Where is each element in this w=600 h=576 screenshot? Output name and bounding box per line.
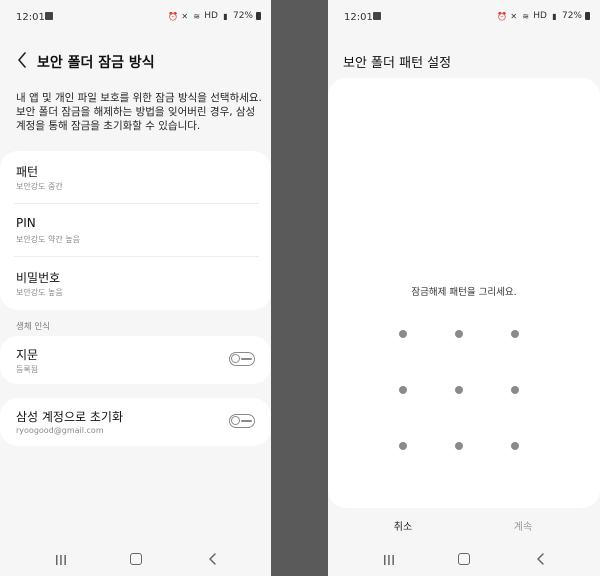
signal-icon: ▮ [223, 11, 228, 21]
option-pin[interactable]: PIN 보안강도 약간 높음 [0, 204, 271, 257]
gallery-icon [45, 12, 53, 20]
option-subtitle: 보안강도 높음 [16, 288, 63, 297]
mute-icon: ✕ [181, 11, 189, 21]
battery-percent: 72% [232, 11, 253, 21]
status-time: 12:01 [344, 12, 373, 23]
pattern-instruction: 잠금해제 패턴을 그리세요. [411, 287, 517, 298]
recent-apps-icon[interactable] [382, 554, 396, 566]
samsung-reset-title: 삼성 계정으로 초기화 [16, 410, 123, 424]
network-label: HD [204, 11, 218, 21]
wifi-icon: ≋ [522, 11, 530, 21]
samsung-reset-row[interactable]: 삼성 계정으로 초기화 ryoogood@gmail.com [0, 396, 271, 449]
right-screen: 12:01 ⏰ ✕ ≋ HD ▮ 72% 보안 폴더 패턴 설정 잠금해제 패턴… [328, 0, 600, 576]
page-title: 보안 폴더 잠금 방식 [37, 55, 155, 71]
pattern-card: 잠금해제 패턴을 그리세요. [328, 78, 600, 508]
left-screen: 12:01 ⏰ ✕ ≋ HD ▮ 72% 보안 폴더 잠금 방식 내 앱 및 개… [0, 0, 271, 576]
status-time: 12:01 [16, 12, 45, 23]
status-bar: 12:01 ⏰ ✕ ≋ HD ▮ 72% [0, 0, 271, 34]
samsung-reset-subtitle: ryoogood@gmail.com [16, 426, 104, 435]
battery-percent: 72% [561, 11, 582, 21]
nav-back-icon[interactable] [534, 552, 548, 566]
bottom-buttons: 취소 계속 [328, 518, 600, 538]
pattern-dot[interactable] [455, 386, 463, 394]
navigation-bar [328, 548, 600, 572]
network-label: HD [533, 11, 547, 21]
samsung-reset-card: 삼성 계정으로 초기화 ryoogood@gmail.com [0, 398, 271, 446]
cancel-button[interactable]: 취소 [353, 518, 453, 533]
option-title: 패턴 [16, 165, 39, 179]
nav-back-icon[interactable] [206, 552, 220, 566]
fingerprint-toggle[interactable] [229, 352, 255, 366]
pattern-dot[interactable] [511, 442, 519, 450]
toggle-track-line [241, 358, 252, 360]
intro-text: 내 앱 및 개인 파일 보호를 위한 잠금 방식을 선택하세요. 보안 폴더 잠… [16, 92, 262, 132]
page-title: 보안 폴더 패턴 설정 [343, 56, 452, 71]
option-subtitle: 보안강도 중간 [16, 182, 63, 191]
biometrics-section-label: 생체 인식 [16, 322, 50, 332]
pattern-dot[interactable] [455, 330, 463, 338]
screen-gap [271, 0, 328, 576]
option-pattern[interactable]: 패턴 보안강도 중간 [0, 151, 271, 204]
status-icons: ⏰ ✕ ≋ HD ▮ 72% [168, 11, 261, 21]
lock-type-card: 패턴 보안강도 중간 PIN 보안강도 약간 높음 비밀번호 보안강도 높음 [0, 151, 271, 310]
navigation-bar [0, 548, 271, 572]
home-icon[interactable] [458, 553, 470, 565]
recent-apps-icon[interactable] [54, 554, 68, 566]
gallery-icon [373, 12, 381, 20]
toggle-track-line [241, 420, 252, 422]
signal-icon: ▮ [552, 11, 557, 21]
option-title: 비밀번호 [16, 271, 61, 285]
status-icons: ⏰ ✕ ≋ HD ▮ 72% [497, 11, 590, 21]
wifi-icon: ≋ [193, 11, 201, 21]
pattern-dot[interactable] [511, 386, 519, 394]
fingerprint-title: 지문 [16, 348, 39, 362]
continue-button[interactable]: 계속 [473, 518, 573, 533]
battery-icon [585, 12, 590, 20]
fingerprint-subtitle: 등록됨 [16, 365, 39, 374]
home-icon[interactable] [130, 553, 142, 565]
toggle-knob [231, 416, 240, 425]
fingerprint-row[interactable]: 지문 등록됨 [0, 334, 271, 387]
option-title: PIN [16, 216, 36, 230]
fingerprint-card: 지문 등록됨 [0, 336, 271, 384]
alarm-icon: ⏰ [497, 11, 508, 21]
status-bar: 12:01 ⏰ ✕ ≋ HD ▮ 72% [328, 0, 600, 34]
alarm-icon: ⏰ [168, 11, 179, 21]
samsung-reset-toggle[interactable] [229, 414, 255, 428]
pattern-dot[interactable] [399, 386, 407, 394]
pattern-dot[interactable] [455, 442, 463, 450]
battery-icon [256, 12, 261, 20]
mute-icon: ✕ [510, 11, 518, 21]
toggle-knob [231, 354, 240, 363]
pattern-dot[interactable] [511, 330, 519, 338]
chevron-left-icon[interactable] [12, 50, 32, 70]
option-password[interactable]: 비밀번호 보안강도 높음 [0, 257, 271, 310]
option-subtitle: 보안강도 약간 높음 [16, 235, 80, 244]
pattern-dot[interactable] [399, 330, 407, 338]
header: 보안 폴더 잠금 방식 [0, 44, 271, 78]
header: 보안 폴더 패턴 설정 [328, 44, 600, 78]
pattern-dot[interactable] [399, 442, 407, 450]
